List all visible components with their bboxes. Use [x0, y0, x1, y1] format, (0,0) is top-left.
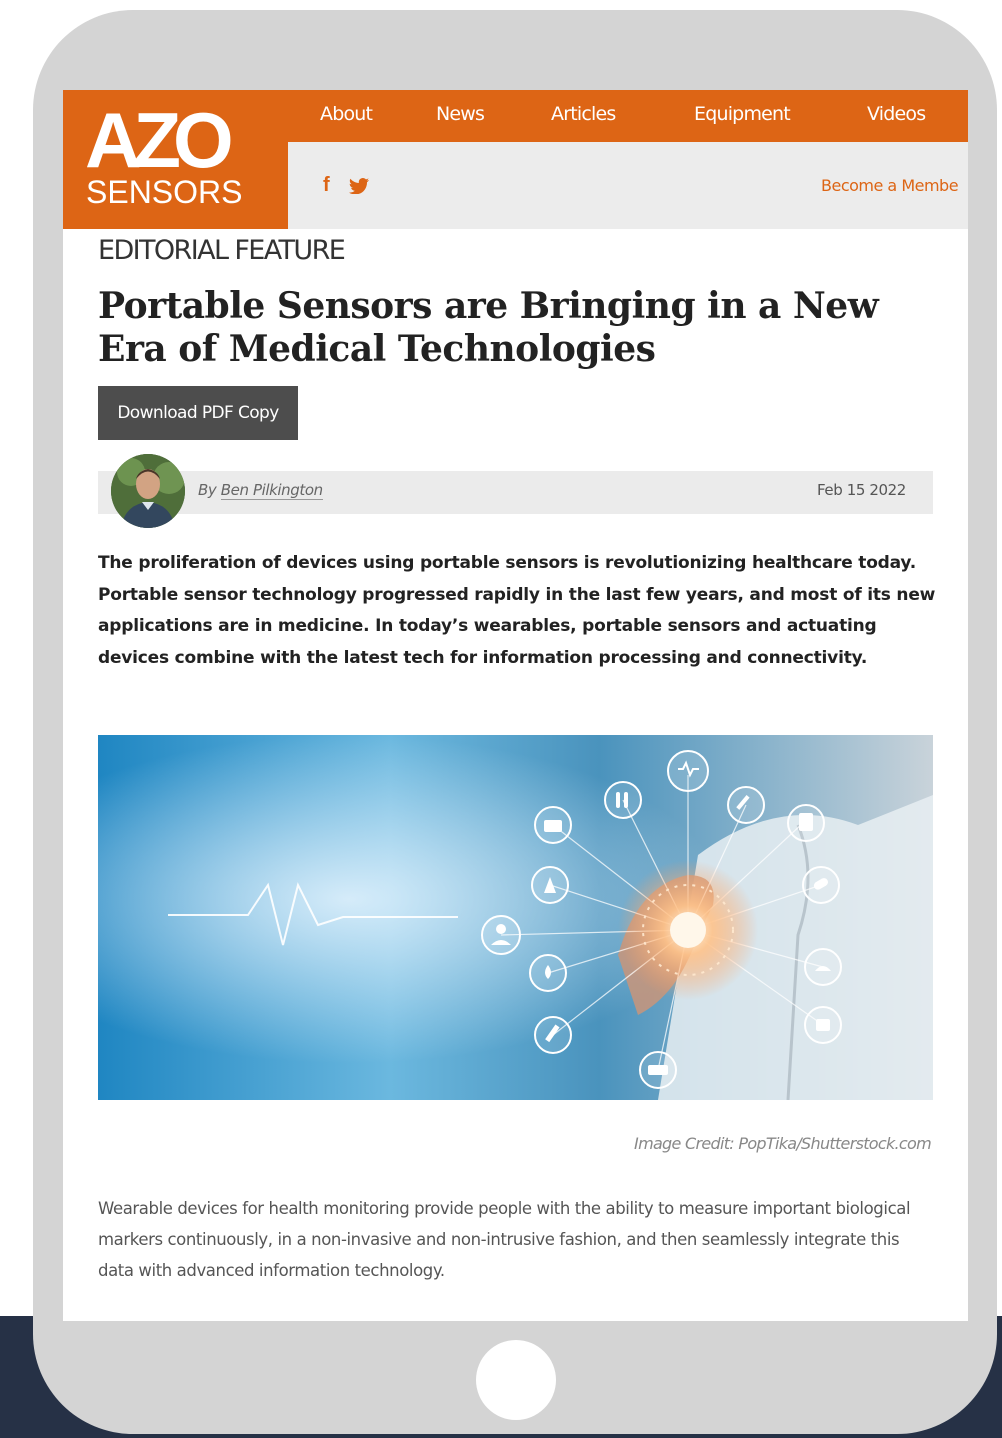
medical-technology-illustration: [98, 735, 933, 1100]
top-navigation: About News Articles Equipment Videos: [288, 90, 968, 142]
home-button[interactable]: [476, 1340, 556, 1420]
nav-item-articles[interactable]: Articles: [551, 103, 616, 125]
nav-item-news[interactable]: News: [436, 103, 485, 125]
author-photo: [111, 454, 185, 528]
body-paragraph: Wearable devices for health monitoring p…: [98, 1199, 911, 1280]
editorial-feature-label: EDITORIAL FEATURE: [98, 235, 346, 266]
nav-item-videos[interactable]: Videos: [867, 103, 926, 125]
hero-image: [98, 735, 933, 1100]
twitter-bird-glyph: [349, 178, 369, 195]
social-bar: f Become a Membe: [288, 142, 968, 229]
logo-azo-text: AZO: [85, 96, 234, 184]
stage: AZO SENSORS About News Articles Equipmen…: [0, 0, 1002, 1438]
logo-sensors-text: SENSORS: [86, 174, 243, 210]
become-member-link[interactable]: Become a Membe: [821, 176, 959, 195]
azo-sensors-logo[interactable]: AZO SENSORS: [63, 90, 288, 229]
author-avatar[interactable]: [111, 454, 185, 528]
byline: By Ben Pilkington: [198, 481, 323, 500]
tablet-screen: AZO SENSORS About News Articles Equipmen…: [63, 90, 968, 1321]
publish-date: Feb 15 2022: [817, 481, 906, 499]
byline-prefix: By: [198, 481, 217, 499]
lead-paragraph: The proliferation of devices using porta…: [98, 553, 936, 668]
download-pdf-button[interactable]: Download PDF Copy: [98, 386, 298, 440]
facebook-icon[interactable]: f: [323, 174, 330, 197]
image-credit: Image Credit: PopTika/Shutterstock.com: [634, 1134, 932, 1153]
twitter-icon[interactable]: [349, 177, 369, 200]
nav-item-equipment[interactable]: Equipment: [694, 103, 791, 125]
author-link[interactable]: Ben Pilkington: [220, 481, 323, 500]
article-title: Portable Sensors are Bringing in a New E…: [98, 285, 879, 370]
nav-item-about[interactable]: About: [320, 103, 373, 125]
